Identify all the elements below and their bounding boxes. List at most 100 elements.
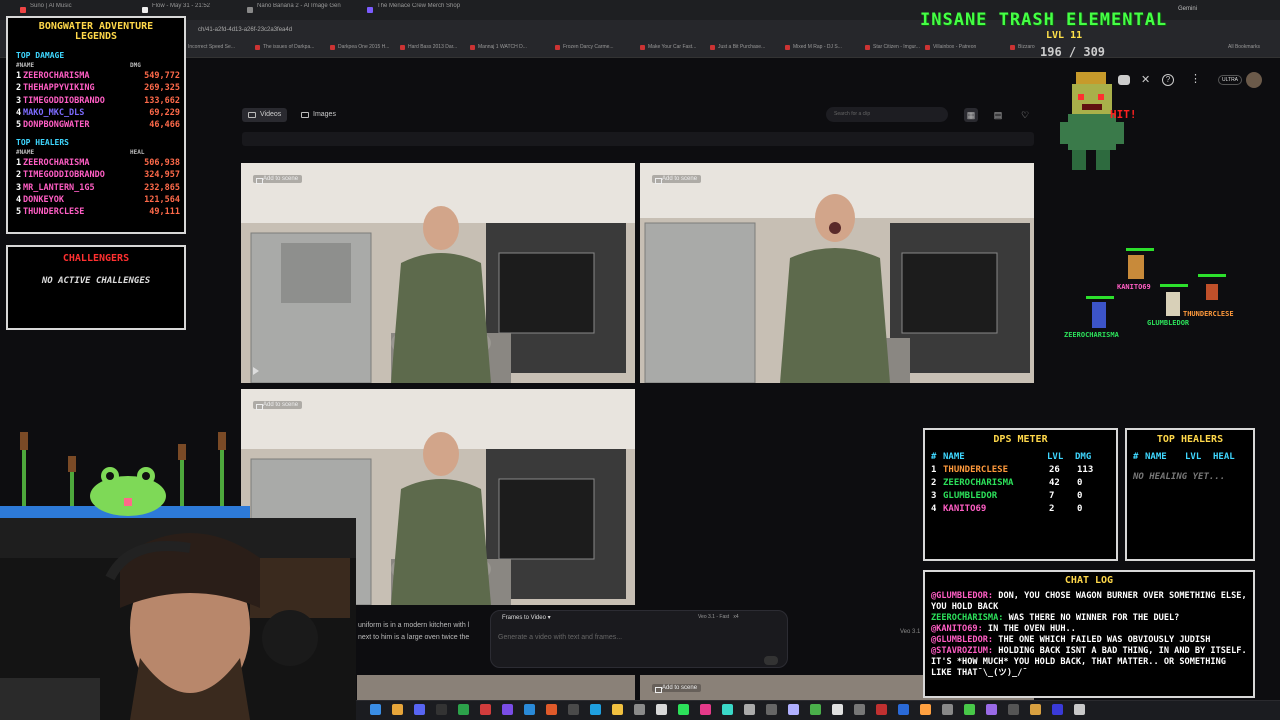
taskbar-app-icon[interactable] bbox=[766, 704, 777, 715]
bookmark-item[interactable]: Mixed M Rap - DJ S... bbox=[785, 44, 842, 50]
browser-tab[interactable]: The Menace Crew Merch Shop bbox=[365, 3, 477, 18]
video-thumbnail bbox=[241, 163, 635, 383]
taskbar-app-icon[interactable] bbox=[986, 704, 997, 715]
favorite-icon[interactable]: ♡ bbox=[1018, 108, 1032, 122]
add-to-scene-button[interactable]: Add to scene bbox=[652, 175, 702, 184]
prompt-mode-label: Frames to Video bbox=[502, 615, 546, 621]
taskbar-app-icon[interactable] bbox=[1074, 704, 1085, 715]
play-icon[interactable] bbox=[253, 367, 259, 375]
taskbar-app-icon[interactable] bbox=[788, 704, 799, 715]
taskbar-app-icon[interactable] bbox=[964, 704, 975, 715]
chat-log-title: CHAT LOG bbox=[1064, 575, 1114, 586]
taskbar-app-icon[interactable] bbox=[898, 704, 909, 715]
filter-images[interactable]: Images bbox=[295, 108, 342, 122]
col-heal: HEAL bbox=[1213, 452, 1235, 462]
taskbar-app-icon[interactable] bbox=[854, 704, 865, 715]
taskbar-app-icon[interactable] bbox=[392, 704, 403, 715]
avatar[interactable] bbox=[1246, 72, 1262, 88]
taskbar-app-icon[interactable] bbox=[568, 704, 579, 715]
taskbar-app-icon[interactable] bbox=[612, 704, 623, 715]
col-name: #NAME bbox=[16, 62, 35, 69]
search-clip-input[interactable]: Search for a clip bbox=[826, 107, 948, 122]
taskbar-app-icon[interactable] bbox=[1052, 704, 1063, 715]
send-button[interactable] bbox=[764, 656, 778, 665]
score: 46,466 bbox=[149, 120, 180, 131]
bookmark-item[interactable]: Star Citizen - Imgur... bbox=[865, 44, 920, 50]
add-to-scene-button[interactable]: Add to scene bbox=[253, 401, 303, 410]
bookmark-item[interactable]: Frozen Darcy Carme... bbox=[555, 44, 614, 50]
chat-username: @STAVROZIUM: bbox=[931, 646, 994, 656]
gemini-button[interactable]: Gemini bbox=[1178, 6, 1197, 12]
taskbar-app-icon[interactable] bbox=[700, 704, 711, 715]
player-name: THUNDERCLESE bbox=[943, 465, 1009, 475]
taskbar-app-icon[interactable] bbox=[590, 704, 601, 715]
score: 506,938 bbox=[144, 158, 180, 168]
score: 269,325 bbox=[144, 83, 180, 94]
video-card[interactable]: Add to scene bbox=[241, 163, 635, 383]
all-bookmarks[interactable]: All Bookmarks bbox=[1228, 44, 1260, 50]
url-field[interactable]: ch/41-a2fd-4d13-a26f-23c2a3fea4d bbox=[198, 24, 898, 37]
bookmark-item[interactable]: Darkpea One 2015 H... bbox=[330, 44, 389, 50]
taskbar-app-icon[interactable] bbox=[832, 704, 843, 715]
taskbar-app-icon[interactable] bbox=[656, 704, 667, 715]
taskbar-app-icon[interactable] bbox=[722, 704, 733, 715]
taskbar-app-icon[interactable] bbox=[458, 704, 469, 715]
bookmark-item[interactable]: Just a Bit Purchase... bbox=[710, 44, 765, 50]
taskbar-app-icon[interactable] bbox=[1030, 704, 1041, 715]
leaderboard-row: 4 MAKO_MKC_DLS 69,229 bbox=[16, 108, 180, 119]
video-card[interactable] bbox=[357, 675, 635, 700]
list-view-icon[interactable]: ▤ bbox=[991, 108, 1005, 122]
player-name: GLUMBLEDOR bbox=[943, 491, 998, 501]
taskbar-app-icon[interactable] bbox=[502, 704, 513, 715]
taskbar-app-icon[interactable] bbox=[524, 704, 535, 715]
taskbar-app-icon[interactable] bbox=[744, 704, 755, 715]
taskbar-app-icon[interactable] bbox=[876, 704, 887, 715]
rank: 5 bbox=[16, 207, 22, 218]
add-to-scene-button[interactable]: Add to scene bbox=[652, 684, 702, 693]
taskbar-app-icon[interactable] bbox=[920, 704, 931, 715]
rank: 4 bbox=[16, 194, 22, 205]
taskbar-app-icon[interactable] bbox=[810, 704, 821, 715]
taskbar-app-icon[interactable] bbox=[1008, 704, 1019, 715]
taskbar-app-icon[interactable] bbox=[546, 704, 557, 715]
player-name-text: ZEEROCHARISMA bbox=[1064, 331, 1119, 339]
help-icon[interactable]: ? bbox=[1162, 74, 1174, 86]
taskbar-app-icon[interactable] bbox=[436, 704, 447, 715]
chat-message: @GLUMBLEDOR: THE ONE WHICH FAILED WAS OB… bbox=[931, 635, 1249, 646]
browser-tab[interactable]: Nano Banana 2 - AI Image Gen bbox=[245, 3, 357, 18]
grid-view-icon[interactable]: ▦ bbox=[964, 108, 978, 122]
tab-label: Flow - May 31 - 21:52 bbox=[152, 3, 211, 9]
x-icon[interactable]: ✕ bbox=[1141, 73, 1150, 86]
level: 42 bbox=[1049, 478, 1060, 488]
taskbar-app-icon[interactable] bbox=[634, 704, 645, 715]
model-select[interactable]: Veo 3.1 - Fast x4 bbox=[698, 614, 739, 620]
add-to-scene-button[interactable]: Add to scene bbox=[253, 175, 303, 184]
timeline-strip bbox=[242, 132, 1034, 146]
bookmark-item[interactable]: Villainbox - Patreon bbox=[925, 44, 976, 50]
taskbar-app-icon[interactable] bbox=[942, 704, 953, 715]
player-hp-bar bbox=[1160, 284, 1188, 287]
damage: 0 bbox=[1077, 504, 1083, 514]
rank: 1 bbox=[16, 158, 22, 168]
filter-videos[interactable]: Videos bbox=[242, 108, 288, 122]
bookmark-item[interactable]: The issues of Darkpa... bbox=[255, 44, 314, 50]
rank: 3 bbox=[16, 182, 22, 193]
bookmark-item[interactable]: Incorrect Speed Se... bbox=[180, 44, 235, 50]
prompt-input[interactable]: Generate a video with text and frames... bbox=[498, 634, 622, 641]
bookmark-item[interactable]: Hard Bass 2013 Dar... bbox=[400, 44, 457, 50]
bookmark-item[interactable]: Make Your Car Fast... bbox=[640, 44, 696, 50]
taskbar-app-icon[interactable] bbox=[678, 704, 689, 715]
dps-meter-header: # NAME LVL DMG bbox=[931, 451, 1111, 464]
chat-username: @KANITO69: bbox=[931, 624, 983, 634]
bookmark-item[interactable]: Mannaj 1 WATCH D... bbox=[470, 44, 527, 50]
prompt-mode-select[interactable]: Frames to Video ▾ bbox=[502, 614, 551, 621]
taskbar-app-icon[interactable] bbox=[370, 704, 381, 715]
leaderboard-row: 1 ZEEROCHARISMA 549,772 bbox=[16, 71, 180, 82]
more-icon[interactable]: ⋮ bbox=[1190, 72, 1201, 85]
boss-hp: 196 / 309 bbox=[1040, 45, 1106, 59]
taskbar-app-icon[interactable] bbox=[414, 704, 425, 715]
taskbar-app-icon[interactable] bbox=[480, 704, 491, 715]
col-lvl: LVL bbox=[1185, 452, 1202, 462]
video-card[interactable]: Add to scene bbox=[640, 163, 1034, 383]
bookmark-item[interactable]: Bizzaro bbox=[1010, 44, 1035, 50]
